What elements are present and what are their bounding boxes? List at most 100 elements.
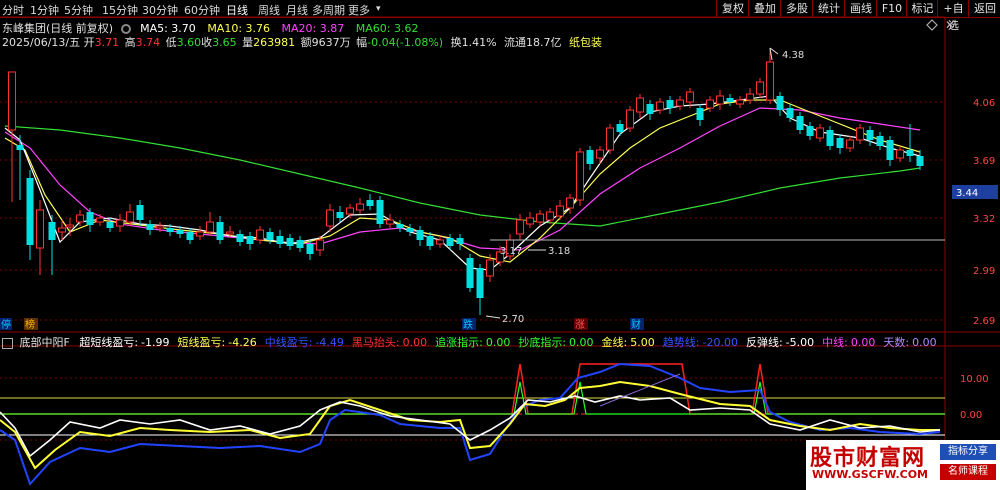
candle-body bbox=[376, 200, 384, 224]
current-price: 3.44 bbox=[956, 188, 978, 199]
candle-body bbox=[346, 207, 354, 215]
candle-body bbox=[716, 95, 724, 105]
candle-body bbox=[236, 234, 244, 242]
indicator-value: -1.99 bbox=[141, 336, 170, 349]
indicator-tick: 0.00 bbox=[960, 410, 982, 421]
candle-body bbox=[696, 108, 704, 120]
high-mark-text: 4.38 bbox=[782, 50, 804, 61]
indicator-value: 0.00 bbox=[569, 336, 594, 349]
indicator-label: 抄底指示: bbox=[518, 336, 567, 349]
candle-body bbox=[616, 124, 624, 132]
watermark-tag2: 名师课程 bbox=[940, 464, 996, 480]
candle-body bbox=[766, 61, 774, 101]
price-axis: 4.06 3.69 3.32 2.99 2.69 bbox=[973, 98, 995, 327]
indicator-label: 中线: bbox=[822, 336, 848, 349]
candle-body bbox=[596, 149, 604, 159]
indicator-label: 超短线盈亏: bbox=[79, 336, 139, 349]
indicator-value: 0.00 bbox=[485, 336, 511, 349]
indicator-menu-icon[interactable] bbox=[2, 337, 13, 349]
candle-body bbox=[916, 156, 924, 166]
event-tag: 榜 bbox=[25, 318, 35, 331]
watermark-url: WWW.GSCFW.COM bbox=[812, 468, 929, 481]
indicator-label: 趋势线: bbox=[662, 336, 700, 349]
candle-body bbox=[76, 214, 84, 223]
watermark-tag1: 指标分享 bbox=[940, 444, 996, 460]
indicator-label: 短线盈亏: bbox=[177, 336, 226, 349]
candle-body bbox=[826, 130, 834, 146]
candle-body bbox=[86, 212, 94, 225]
candle-body bbox=[686, 91, 694, 103]
candle-body bbox=[286, 238, 294, 246]
candle-body bbox=[786, 108, 794, 118]
price-tick: 2.69 bbox=[973, 316, 995, 327]
ma10-line bbox=[4, 99, 921, 263]
candles-group bbox=[8, 48, 924, 315]
kline-chart: 4.38 2.70 3.17 3.18 4.06 3.69 3.32 2.99 … bbox=[0, 16, 1000, 490]
candle-body bbox=[816, 127, 824, 139]
indicator-value: -20.00 bbox=[702, 336, 738, 349]
candle-body bbox=[176, 230, 184, 234]
mark-a-text: 3.17 bbox=[500, 246, 522, 257]
candle-body bbox=[216, 222, 224, 240]
candle-body bbox=[856, 127, 864, 141]
candle-body bbox=[436, 239, 444, 245]
price-tick: 2.99 bbox=[973, 266, 995, 277]
heima-line bbox=[0, 363, 945, 415]
indicator-tick: 10.00 bbox=[960, 374, 989, 385]
indicator-value: 0.00 bbox=[402, 336, 428, 349]
watermark-logo: 股市财富网 WWW.GSCFW.COM 指标分享 名师课程 bbox=[806, 440, 1000, 490]
candle-body bbox=[146, 224, 154, 230]
candle-body bbox=[746, 93, 754, 101]
candle-body bbox=[426, 236, 434, 246]
candle-body bbox=[316, 239, 324, 251]
indicator-value: 0.00 bbox=[850, 336, 876, 349]
candle-body bbox=[726, 98, 734, 102]
candle-body bbox=[646, 104, 654, 114]
candle-body bbox=[806, 126, 814, 136]
candle-body bbox=[776, 96, 784, 110]
indicator-label: 追涨指示: bbox=[435, 336, 483, 349]
candle-body bbox=[486, 259, 494, 277]
candle-body bbox=[846, 139, 854, 149]
candle-body bbox=[476, 268, 484, 298]
candle-body bbox=[446, 238, 454, 246]
candle-body bbox=[736, 99, 744, 105]
candle-body bbox=[16, 145, 24, 150]
candle-body bbox=[546, 211, 554, 221]
price-tick: 4.06 bbox=[973, 98, 995, 109]
ma20-line bbox=[4, 107, 921, 251]
event-tag: 跌 bbox=[463, 318, 473, 331]
candle-body bbox=[796, 116, 804, 130]
candle-body bbox=[556, 205, 564, 217]
candle-body bbox=[576, 151, 584, 201]
candle-body bbox=[706, 99, 714, 109]
indicator-axis: 10.00 0.00 bbox=[960, 374, 989, 421]
candle-body bbox=[326, 209, 334, 227]
event-tag: 财 bbox=[631, 318, 641, 331]
low-mark-text: 2.70 bbox=[502, 314, 524, 325]
candle-body bbox=[106, 222, 114, 228]
candle-body bbox=[156, 225, 164, 229]
indicator-label: 天数: bbox=[883, 336, 910, 349]
candle-body bbox=[666, 100, 674, 108]
price-tick: 3.69 bbox=[973, 156, 995, 167]
candle-body bbox=[606, 127, 614, 151]
candle-body bbox=[676, 99, 684, 107]
candle-body bbox=[586, 150, 594, 164]
candle-body bbox=[866, 130, 874, 140]
indicator-value: 5.00 bbox=[630, 336, 655, 349]
candle-body bbox=[186, 232, 194, 240]
indicator-value: 0.00 bbox=[912, 336, 937, 349]
candle-body bbox=[246, 236, 254, 244]
indicator-panel bbox=[0, 362, 945, 486]
candle-body bbox=[366, 200, 374, 206]
candle-body bbox=[536, 213, 544, 223]
indicator-value: -5.00 bbox=[785, 336, 815, 349]
candle-body bbox=[836, 138, 844, 148]
event-tag: 涨 bbox=[575, 319, 585, 331]
indicator-name[interactable]: 底部中阳F bbox=[20, 336, 70, 349]
candle-body bbox=[306, 244, 314, 254]
candle-body bbox=[626, 109, 634, 129]
candle-body bbox=[886, 140, 894, 160]
candle-body bbox=[126, 211, 134, 223]
